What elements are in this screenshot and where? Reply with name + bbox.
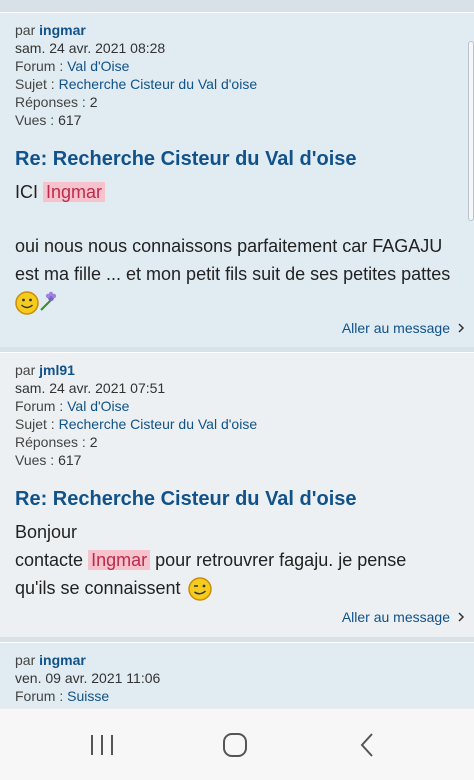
post-date: ven. 09 avr. 2021 11:06 <box>15 670 161 686</box>
author-link[interactable]: jml91 <box>39 362 75 378</box>
chevron-right-icon <box>458 612 465 622</box>
author-link[interactable]: ingmar <box>39 22 86 38</box>
recent-apps-icon[interactable] <box>82 727 122 763</box>
search-result-post: par ingmar sam. 24 avr. 2021 08:28 Forum… <box>0 12 474 347</box>
search-highlight: Ingmar <box>88 550 151 570</box>
post-title[interactable]: Re: Recherche Cisteur du Val d'oise <box>0 146 474 172</box>
search-result-post: par ingmar ven. 09 avr. 2021 11:06 Forum… <box>0 642 474 708</box>
search-results: par ingmar sam. 24 avr. 2021 08:28 Forum… <box>0 0 474 708</box>
forum-link[interactable]: Val d'Oise <box>67 398 129 414</box>
smiley-flower-icon <box>15 291 57 315</box>
replies-count: 2 <box>89 434 98 450</box>
post-date: sam. 24 avr. 2021 07:51 <box>15 380 166 396</box>
post-content: ICI Ingmar oui nous nous connaissons par… <box>0 178 474 316</box>
subject-link[interactable]: Recherche Cisteur du Val d'oise <box>59 76 258 92</box>
replies-count: 2 <box>89 94 98 110</box>
system-nav-bar <box>0 708 474 780</box>
search-highlight: Ingmar <box>43 182 106 202</box>
scrollbar[interactable] <box>468 41 474 221</box>
search-result-post: par jml91 sam. 24 avr. 2021 07:51 Forum … <box>0 352 474 637</box>
views-count: 617 <box>58 112 82 128</box>
post-meta: par jml91 sam. 24 avr. 2021 07:51 Forum … <box>0 353 474 469</box>
forum-link[interactable]: Suisse <box>67 688 109 704</box>
forum-link[interactable]: Val d'Oise <box>67 58 129 74</box>
post-meta: par ingmar sam. 24 avr. 2021 08:28 Forum… <box>0 13 474 129</box>
goto-message-link[interactable]: Aller au message <box>342 320 465 336</box>
back-icon[interactable] <box>348 727 388 763</box>
chevron-right-icon <box>458 323 465 333</box>
views-count: 617 <box>58 452 82 468</box>
subject-link[interactable]: Recherche Cisteur du Val d'oise <box>59 416 258 432</box>
author-link[interactable]: ingmar <box>39 652 86 668</box>
home-icon[interactable] <box>215 727 255 763</box>
goto-message-link[interactable]: Aller au message <box>342 609 465 625</box>
post-title[interactable]: Re: Recherche Cisteur du Val d'oise <box>0 486 474 512</box>
post-date: sam. 24 avr. 2021 08:28 <box>15 40 166 56</box>
post-meta: par ingmar ven. 09 avr. 2021 11:06 Forum… <box>0 643 474 705</box>
wink-icon <box>187 577 212 601</box>
post-content: Bonjour contacte Ingmar pour retrouvrer … <box>0 518 474 602</box>
